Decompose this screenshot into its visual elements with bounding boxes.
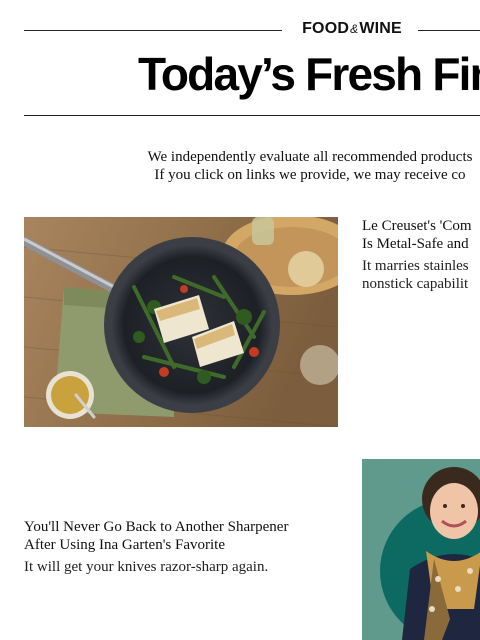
article-2-title[interactable]: You'll Never Go Back to Another Sharpene…: [24, 518, 288, 554]
affiliate-disclosure: We independently evaluate all recommende…: [30, 148, 480, 184]
masthead-rule-left: [24, 30, 282, 31]
article-1-title[interactable]: Le Creuset's 'Com Is Metal-Safe and: [362, 217, 472, 253]
disclosure-line-1: We independently evaluate all recommende…: [147, 149, 473, 165]
article-1-desc-line-2: nonstick capabilit: [362, 276, 469, 292]
article-2-description: It will get your knives razor-sharp agai…: [24, 558, 268, 576]
logo-text-wine: WINE: [359, 20, 402, 37]
logo-text-food: FOOD: [302, 20, 350, 37]
masthead-rule-right: [418, 30, 480, 31]
article-2-title-line-1: You'll Never Go Back to Another Sharpene…: [24, 519, 289, 535]
article-1-title-line-2: Is Metal-Safe and: [362, 236, 469, 252]
disclosure-line-2: If you click on links we provide, we may…: [154, 167, 466, 183]
logo-ampersand: &: [350, 22, 359, 36]
newsletter-headline: Today’s Fresh Fin: [138, 48, 480, 100]
article-2-desc-line-1: It will get your knives razor-sharp agai…: [24, 559, 269, 575]
article-1-description: It marries stainles nonstick capabilit: [362, 257, 469, 293]
article-2-title-line-2: After Using Ina Garten's Favorite: [24, 537, 225, 553]
pan-with-fish-image: [24, 217, 338, 427]
article-1-desc-line-1: It marries stainles: [362, 258, 469, 274]
article-1-title-line-1: Le Creuset's 'Com: [362, 218, 472, 234]
food-and-wine-logo[interactable]: FOOD&WINE: [290, 20, 414, 38]
ina-garten-portrait-image: [362, 459, 480, 640]
article-1-photo[interactable]: [24, 217, 338, 427]
article-2-photo[interactable]: [362, 459, 480, 640]
header-divider: [24, 115, 480, 116]
